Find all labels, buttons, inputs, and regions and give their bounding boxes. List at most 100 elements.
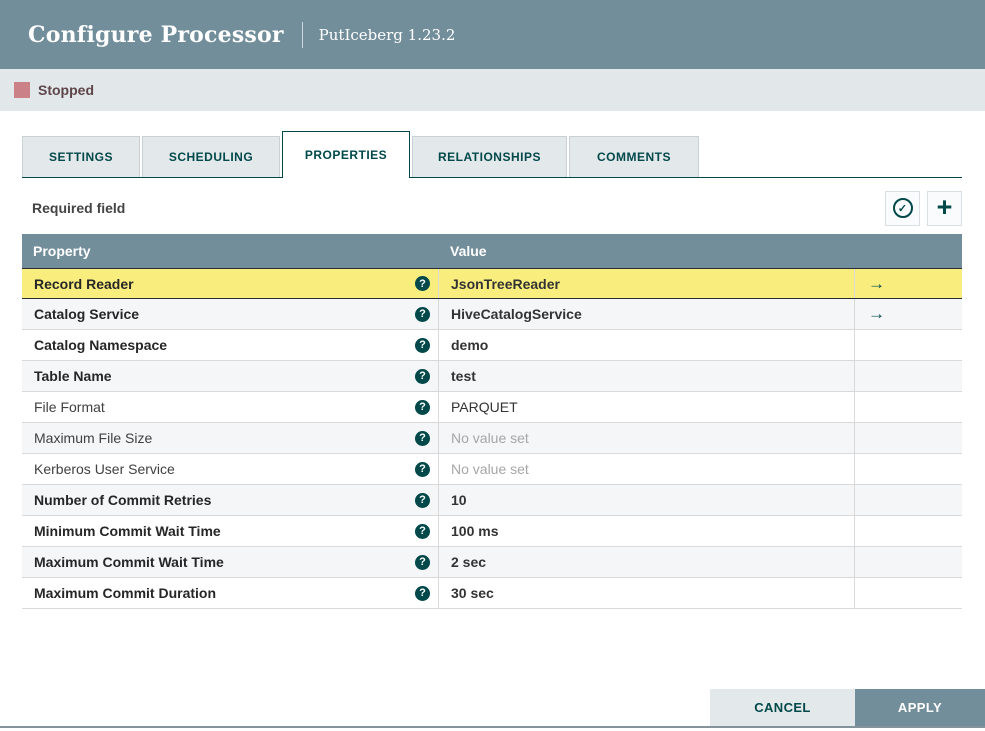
property-row[interactable]: Minimum Commit Wait Time ? 100 ms — [22, 516, 962, 547]
property-action-cell — [854, 547, 962, 577]
properties-table: Property Value Record Reader ? JsonTreeR… — [22, 234, 962, 609]
property-name: Number of Commit Retries — [34, 492, 212, 508]
property-value-cell[interactable]: 2 sec — [438, 547, 854, 577]
apply-button[interactable]: APPLY — [855, 689, 985, 726]
tab-settings[interactable]: SETTINGS — [22, 136, 140, 178]
column-header-property: Property — [33, 243, 91, 259]
property-row[interactable]: Kerberos User Service ? No value set — [22, 454, 962, 485]
property-name-cell: Table Name ? — [22, 361, 438, 391]
help-icon[interactable]: ? — [415, 337, 430, 353]
toolbar-actions: ✓ + — [885, 190, 962, 226]
property-name-cell: Number of Commit Retries ? — [22, 485, 438, 515]
property-name-cell: Maximum File Size ? — [22, 423, 438, 453]
dialog-header: Configure Processor PutIceberg 1.23.2 — [0, 0, 985, 69]
property-action-cell — [854, 454, 962, 484]
go-to-service-arrow-icon[interactable]: → — [868, 274, 885, 294]
property-name: Catalog Service — [34, 306, 140, 322]
property-value-cell[interactable]: PARQUET — [438, 392, 854, 422]
property-action-cell — [854, 423, 962, 453]
property-row[interactable]: Maximum File Size ? No value set — [22, 423, 962, 454]
tab-relationships[interactable]: RELATIONSHIPS — [412, 136, 567, 178]
property-row[interactable]: Maximum Commit Wait Time ? 2 sec — [22, 547, 962, 578]
add-property-button[interactable]: + — [927, 190, 962, 226]
property-action-cell: → — [854, 269, 962, 298]
property-row[interactable]: Catalog Service ? HiveCatalogService → — [22, 299, 962, 330]
property-value-cell[interactable]: No value set — [438, 454, 854, 484]
property-name-cell: File Format ? — [22, 392, 438, 422]
property-value-cell[interactable]: demo — [438, 330, 854, 360]
property-name-cell: Catalog Service ? — [22, 299, 438, 329]
properties-table-header: Property Value — [22, 234, 962, 268]
properties-table-body: Record Reader ? JsonTreeReader → Catalog… — [22, 268, 962, 609]
go-to-service-arrow-icon[interactable]: → — [868, 304, 885, 324]
column-header-value: Value — [450, 243, 487, 259]
property-row[interactable]: Maximum Commit Duration ? 30 sec — [22, 578, 962, 609]
property-value: JsonTreeReader — [451, 275, 560, 292]
help-icon[interactable]: ? — [415, 306, 430, 322]
tab-properties[interactable]: PROPERTIES — [282, 131, 410, 178]
processor-type-version: PutIceberg 1.23.2 — [318, 25, 456, 44]
tab-scheduling[interactable]: SCHEDULING — [142, 136, 280, 178]
help-icon[interactable]: ? — [415, 523, 430, 539]
tab-bar: SETTINGS SCHEDULING PROPERTIES RELATIONSHIP… — [22, 131, 962, 178]
property-value: 2 sec — [451, 554, 487, 570]
dialog-title: Configure Processor — [28, 21, 284, 48]
property-name-cell: Kerberos User Service ? — [22, 454, 438, 484]
property-row[interactable]: Table Name ? test — [22, 361, 962, 392]
property-value: PARQUET — [451, 399, 518, 415]
property-name: File Format — [34, 399, 105, 415]
property-action-cell: → — [854, 299, 962, 329]
plus-icon: + — [936, 191, 953, 222]
help-icon[interactable]: ? — [415, 276, 430, 291]
help-icon[interactable]: ? — [415, 461, 430, 477]
configure-processor-dialog: Configure Processor PutIceberg 1.23.2 St… — [0, 0, 985, 731]
property-value-cell[interactable]: test — [438, 361, 854, 391]
properties-toolbar: Required field ✓ + — [22, 190, 962, 226]
tab-comments[interactable]: COMMENTS — [569, 136, 699, 178]
title-divider — [301, 21, 303, 48]
property-row[interactable]: Record Reader ? JsonTreeReader → — [22, 268, 962, 299]
property-action-cell — [854, 516, 962, 546]
property-name: Maximum Commit Wait Time — [34, 554, 224, 570]
property-value-cell[interactable]: 30 sec — [438, 578, 854, 608]
property-row[interactable]: Number of Commit Retries ? 10 — [22, 485, 962, 516]
property-action-cell — [854, 361, 962, 391]
property-name-cell: Record Reader ? — [22, 269, 438, 298]
property-name: Maximum Commit Duration — [34, 585, 217, 601]
stopped-square-icon — [14, 82, 30, 98]
property-name-cell: Maximum Commit Duration ? — [22, 578, 438, 608]
property-value: No value set — [451, 430, 529, 446]
property-name-cell: Minimum Commit Wait Time ? — [22, 516, 438, 546]
cancel-button[interactable]: CANCEL — [710, 689, 855, 726]
property-name: Maximum File Size — [34, 430, 153, 446]
verify-properties-button[interactable]: ✓ — [885, 190, 920, 226]
help-icon[interactable]: ? — [415, 399, 430, 415]
property-value-cell[interactable]: No value set — [438, 423, 854, 453]
property-value: No value set — [451, 461, 529, 477]
property-value: HiveCatalogService — [451, 306, 582, 322]
required-field-hint: Required field — [32, 200, 126, 216]
property-row[interactable]: File Format ? PARQUET — [22, 392, 962, 423]
property-value-cell[interactable]: 100 ms — [438, 516, 854, 546]
property-name-cell: Maximum Commit Wait Time ? — [22, 547, 438, 577]
property-value-cell[interactable]: JsonTreeReader — [438, 269, 854, 298]
help-icon[interactable]: ? — [415, 430, 430, 446]
property-name: Catalog Namespace — [34, 337, 168, 353]
property-action-cell — [854, 578, 962, 608]
help-icon[interactable]: ? — [415, 368, 430, 384]
status-label: Stopped — [38, 82, 94, 98]
property-value: demo — [451, 337, 489, 353]
property-value: test — [451, 368, 476, 384]
check-circle-icon: ✓ — [892, 198, 913, 218]
help-icon[interactable]: ? — [415, 554, 430, 570]
property-name: Kerberos User Service — [34, 461, 175, 477]
property-action-cell — [854, 392, 962, 422]
property-row[interactable]: Catalog Namespace ? demo — [22, 330, 962, 361]
help-icon[interactable]: ? — [415, 585, 430, 601]
property-action-cell — [854, 485, 962, 515]
property-value-cell[interactable]: HiveCatalogService — [438, 299, 854, 329]
property-value-cell[interactable]: 10 — [438, 485, 854, 515]
property-name-cell: Catalog Namespace ? — [22, 330, 438, 360]
property-value: 100 ms — [451, 523, 499, 539]
help-icon[interactable]: ? — [415, 492, 430, 508]
